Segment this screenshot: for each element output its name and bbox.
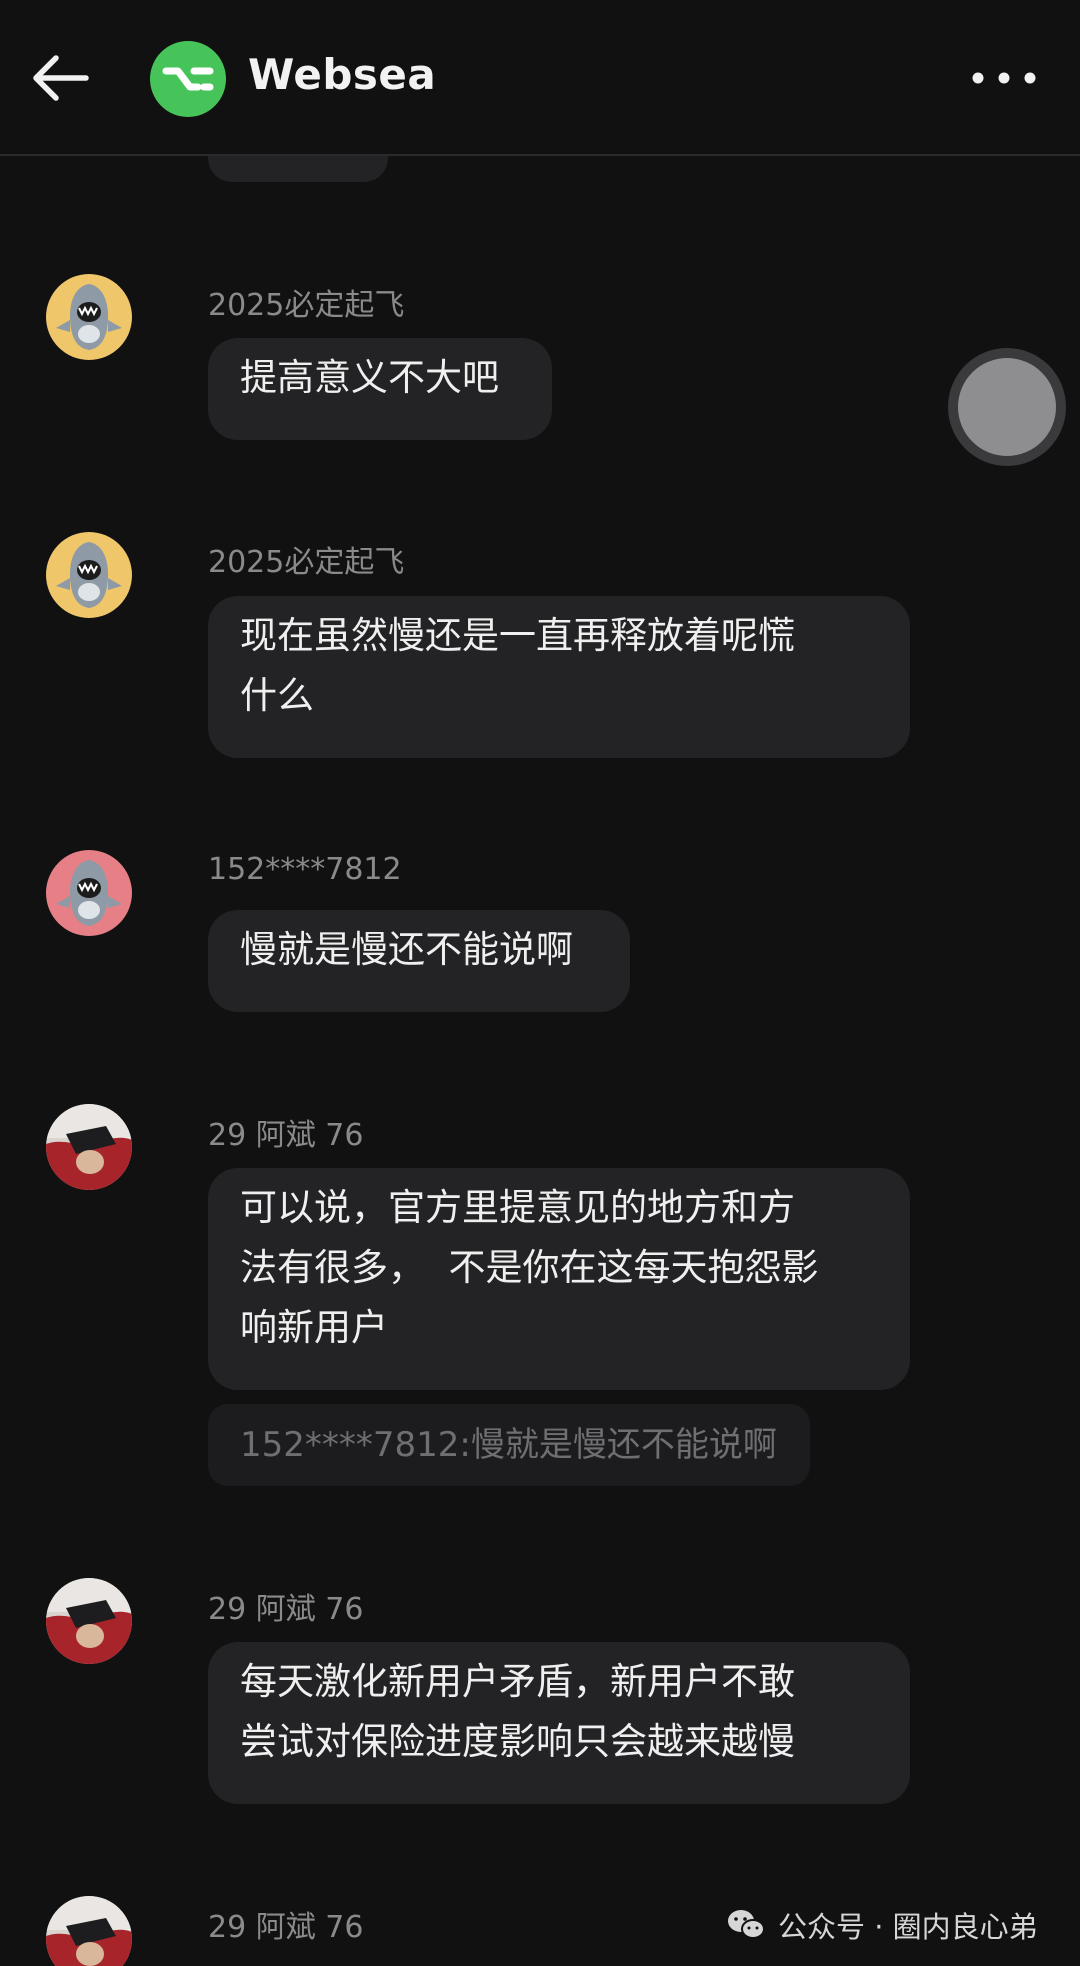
shark-avatar-icon xyxy=(46,850,132,936)
message-text-line: 什么 xyxy=(240,674,314,717)
sender-name: 29 阿斌 76 xyxy=(208,1592,364,1627)
message-bubble[interactable]: 慢就是慢还不能说啊 xyxy=(208,910,630,1012)
avatar[interactable] xyxy=(46,850,132,936)
back-button[interactable] xyxy=(28,50,92,106)
avatar[interactable] xyxy=(46,1896,132,1966)
message-text-line: 可以说，官方里提意见的地方和方 xyxy=(240,1186,795,1229)
message-bubble[interactable]: 提高意义不大吧 xyxy=(208,338,552,440)
floating-button-inner xyxy=(958,358,1056,456)
shark-avatar-icon xyxy=(46,274,132,360)
more-button[interactable] xyxy=(968,60,1040,96)
avatar[interactable] xyxy=(46,274,132,360)
avatar[interactable] xyxy=(46,1104,132,1190)
chat-title: Websea xyxy=(248,50,437,99)
more-horizontal-icon xyxy=(972,72,1036,84)
quoted-reply[interactable]: 152****7812:慢就是慢还不能说啊 xyxy=(208,1404,810,1486)
message-text-line: 响新用户 xyxy=(240,1306,388,1349)
sender-name: 29 阿斌 76 xyxy=(208,1118,364,1153)
message-text: 提高意义不大吧 xyxy=(240,356,499,399)
wave-icon xyxy=(162,67,214,91)
app-logo xyxy=(150,41,226,117)
floating-action-button[interactable] xyxy=(948,348,1066,466)
watermark: 公众号 · 圈内良心弟 xyxy=(726,1902,1038,1948)
photo-avatar-icon xyxy=(46,1896,132,1966)
message-bubble[interactable]: 每天激化新用户矛盾，新用户不敢 尝试对保险进度影响只会越来越慢 xyxy=(208,1642,910,1804)
message-text-line: 现在虽然慢还是一直再释放着呢慌 xyxy=(240,614,795,657)
message-text-line: 每天激化新用户矛盾，新用户不敢 xyxy=(240,1660,795,1703)
message-bubble[interactable]: 可以说，官方里提意见的地方和方 法有很多， 不是你在这每天抱怨影 响新用户 xyxy=(208,1168,910,1390)
chat-header: Websea xyxy=(0,0,1080,156)
arrow-left-icon xyxy=(33,55,89,101)
sender-name: 29 阿斌 76 xyxy=(208,1910,364,1945)
sender-name: 152****7812 xyxy=(208,852,402,887)
message-bubble[interactable]: 现在虽然慢还是一直再释放着呢慌 什么 xyxy=(208,596,910,758)
avatar[interactable] xyxy=(46,1578,132,1664)
photo-avatar-icon xyxy=(46,1578,132,1664)
chat-screen: Websea 2025必定起飞 提高意义不大吧 2025必定起飞 现在虽然慢还是… xyxy=(0,0,1080,1966)
watermark-text: 公众号 · 圈内良心弟 xyxy=(778,1910,1038,1944)
sender-name: 2025必定起飞 xyxy=(208,288,405,323)
shark-avatar-icon xyxy=(46,532,132,618)
avatar[interactable] xyxy=(46,532,132,618)
message-text-line: 法有很多， 不是你在这每天抱怨影 xyxy=(240,1246,819,1289)
wechat-icon xyxy=(728,1910,765,1939)
message-text: 慢就是慢还不能说啊 xyxy=(240,928,573,971)
message-text-line: 尝试对保险进度影响只会越来越慢 xyxy=(240,1720,795,1763)
sender-name: 2025必定起飞 xyxy=(208,545,405,580)
photo-avatar-icon xyxy=(46,1104,132,1190)
